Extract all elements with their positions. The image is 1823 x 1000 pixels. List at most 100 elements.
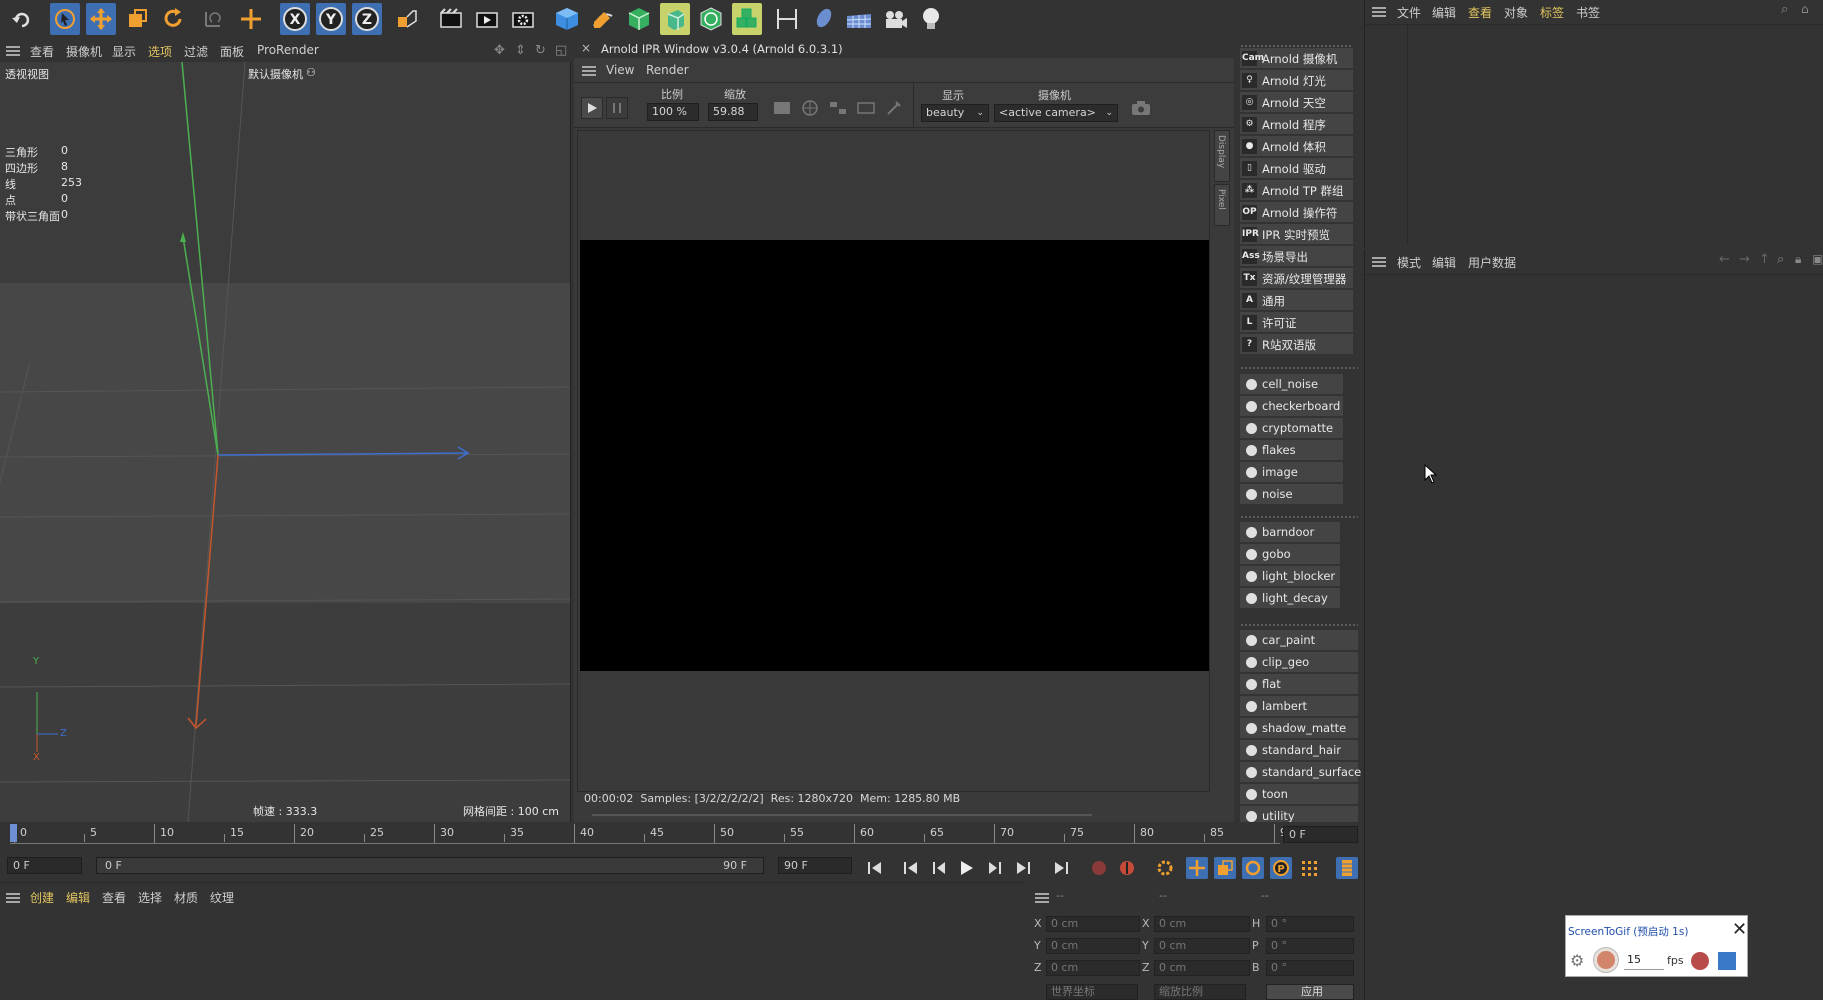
scale-z-field[interactable]: 0 cm [1154, 960, 1250, 976]
world-axis-icon[interactable] [236, 3, 266, 35]
camera-icon[interactable] [880, 3, 910, 35]
up-icon[interactable]: ↑ [1759, 252, 1770, 267]
shaders-item[interactable]: standard_surface [1240, 762, 1361, 783]
object-menu-object[interactable]: 对象 [1504, 4, 1528, 21]
tab-pixel[interactable]: Pixel [1214, 184, 1230, 226]
textures-item[interactable]: noise [1240, 484, 1343, 505]
arnold-menu-item[interactable]: Cam Arnold 摄像机 [1240, 48, 1353, 69]
material-menu-select[interactable]: 选择 [138, 889, 162, 906]
object-menu-view[interactable]: 查看 [1468, 4, 1492, 21]
attribute-menu-userdata[interactable]: 用户数据 [1468, 254, 1516, 271]
display-picker-icon[interactable] [883, 97, 905, 119]
lock-icon[interactable]: 🔒︎ [1795, 252, 1801, 267]
screentogif-close-button[interactable]: ✕ [1732, 919, 1747, 940]
snapshot-toggle[interactable] [1593, 947, 1619, 973]
ipr-hscrollbar[interactable] [582, 812, 1210, 818]
range-slider[interactable]: 0 F 90 F [96, 857, 764, 874]
gear-icon[interactable]: ⚙ [1570, 951, 1584, 970]
viewport-move-icon[interactable]: ✥ [494, 43, 505, 58]
attribute-menu-icon[interactable] [1372, 257, 1386, 267]
rotation-b-field[interactable]: 0 ° [1266, 960, 1354, 976]
textures-item[interactable]: cryptomatte [1240, 418, 1343, 439]
camera-name[interactable]: 默认摄像机 [248, 66, 303, 82]
coord-space-select[interactable]: 世界坐标 [1046, 984, 1138, 1000]
shaders-item[interactable]: clip_geo [1240, 652, 1358, 673]
material-menu-edit[interactable]: 编辑 [66, 889, 90, 906]
textures-item[interactable]: image [1240, 462, 1343, 483]
scale-x-field[interactable]: 0 cm [1154, 916, 1250, 932]
shaders-item[interactable]: flat [1240, 674, 1358, 695]
viewport-maximize-icon[interactable]: ◱ [555, 43, 567, 58]
textures-item[interactable]: cell_noise [1240, 374, 1343, 395]
ipr-pause-button[interactable] [606, 97, 628, 119]
deformer-icon[interactable] [696, 3, 726, 35]
ipr-menu-render[interactable]: Render [646, 63, 689, 77]
object-menu-edit[interactable]: 编辑 [1432, 4, 1456, 21]
arnold-menu-item[interactable]: ⁂ Arnold TP 群组 [1240, 180, 1353, 201]
object-menu-bookmark[interactable]: 书签 [1576, 4, 1600, 21]
arnold-menu-item[interactable]: ◎ Arnold 天空 [1240, 92, 1353, 113]
object-menu-file[interactable]: 文件 [1397, 4, 1421, 21]
coord-menu-icon[interactable] [1035, 893, 1049, 903]
coord-scale-select[interactable]: 缩放比例 [1154, 984, 1246, 1000]
tab-display[interactable]: Display [1214, 130, 1230, 182]
attribute-menu-mode[interactable]: 模式 [1397, 254, 1421, 271]
arnold-menu-item[interactable]: Tx 资源/纹理管理器 [1240, 268, 1353, 289]
forward-icon[interactable]: → [1739, 252, 1750, 267]
pen-icon[interactable] [588, 3, 618, 35]
ipr-menu-view[interactable]: View [606, 63, 634, 77]
render-region-icon[interactable] [436, 3, 466, 35]
textures-item[interactable]: flakes [1240, 440, 1343, 461]
move-icon[interactable] [86, 3, 116, 35]
camera-select[interactable]: <active camera> ⌄ [994, 104, 1118, 122]
attribute-menu-edit[interactable]: 编辑 [1432, 254, 1456, 271]
coord-system-icon[interactable] [392, 3, 422, 35]
snapshot-icon[interactable] [1130, 97, 1152, 119]
viewport-menu-panel[interactable]: 面板 [220, 43, 244, 60]
material-menu-create[interactable]: 创建 [30, 889, 54, 906]
viewport-rotate-icon[interactable]: ↻ [535, 43, 546, 58]
key-parameter-icon[interactable]: P [1270, 857, 1292, 879]
arnold-menu-item[interactable]: Ass 场景导出 [1240, 246, 1353, 267]
autokey-icon[interactable] [1116, 857, 1138, 879]
ipr-menu-icon[interactable] [582, 66, 596, 76]
arnold-menu-item[interactable]: ? R站双语版 [1240, 334, 1353, 355]
display-region-icon[interactable] [855, 97, 877, 119]
arnold-menu-item[interactable]: OP Arnold 操作符 [1240, 202, 1353, 223]
viewport-menu-camera[interactable]: 摄像机 [66, 43, 102, 60]
fps-input[interactable]: 15 [1624, 950, 1664, 970]
rotate-icon[interactable] [158, 3, 188, 35]
subdivide-icon[interactable] [624, 3, 654, 35]
material-menu-material[interactable]: 材质 [174, 889, 198, 906]
new-panel-icon[interactable]: ▣ [1812, 252, 1823, 266]
undo-icon[interactable] [6, 3, 36, 35]
render-view-icon[interactable] [472, 3, 502, 35]
ratio-input[interactable]: 100 % [647, 103, 699, 121]
perspective-viewport[interactable]: 透视视图 默认摄像机 ⚇ 三角形 0 四边形 8 线 253 点 0 带状三角面… [0, 62, 571, 822]
scale-y-field[interactable]: 0 cm [1154, 938, 1250, 954]
position-z-field[interactable]: 0 cm [1046, 960, 1140, 976]
object-menu-icon[interactable] [1372, 7, 1386, 17]
shaders-item[interactable]: standard_hair [1240, 740, 1358, 761]
key-position-icon[interactable] [1186, 857, 1208, 879]
position-y-field[interactable]: 0 cm [1046, 938, 1140, 954]
viewport-menu-filter[interactable]: 过滤 [184, 43, 208, 60]
goto-start-icon[interactable] [864, 857, 886, 879]
render-settings-icon[interactable] [508, 3, 538, 35]
viewport-menu-prorender[interactable]: ProRender [257, 43, 319, 57]
light_filters-item[interactable]: gobo [1240, 544, 1340, 565]
start-frame-field[interactable]: 0 F [7, 857, 82, 874]
search-icon[interactable]: ⌕ [1781, 2, 1788, 17]
viewport-menu-display[interactable]: 显示 [112, 43, 136, 60]
y-axis-icon[interactable]: Y [316, 3, 346, 35]
select-icon[interactable] [50, 3, 80, 35]
shaders-item[interactable]: shadow_matte [1240, 718, 1358, 739]
light_filters-item[interactable]: barndoor [1240, 522, 1340, 543]
extrude-icon[interactable] [660, 3, 690, 35]
arnold-menu-item[interactable]: ● Arnold 体积 [1240, 136, 1353, 157]
z-axis-icon[interactable]: Z [352, 3, 382, 35]
next-frame-icon[interactable] [984, 857, 1006, 879]
goto-end-icon[interactable] [1050, 857, 1072, 879]
light_filters-item[interactable]: light_decay [1240, 588, 1340, 609]
scale-icon[interactable] [122, 3, 152, 35]
